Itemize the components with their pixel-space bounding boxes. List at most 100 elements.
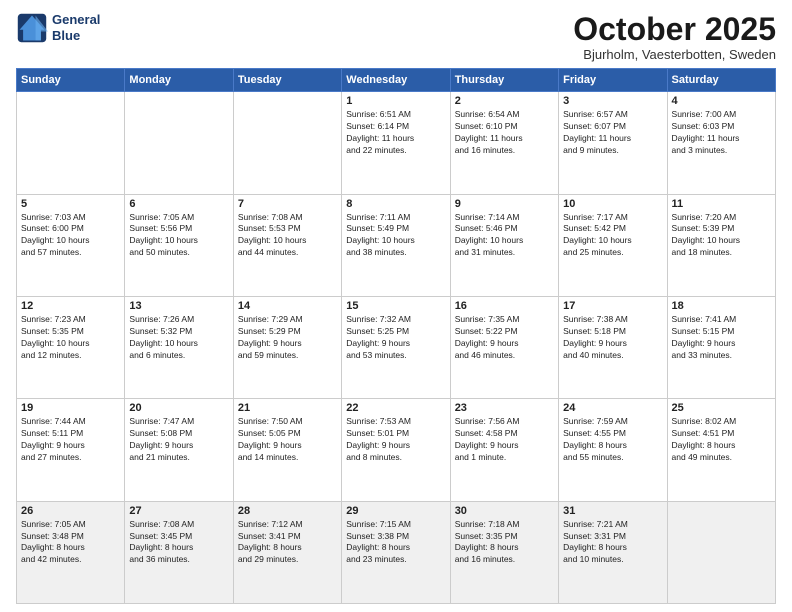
- day-info: Sunrise: 7:35 AM Sunset: 5:22 PM Dayligh…: [455, 314, 554, 362]
- day-number: 17: [563, 300, 662, 312]
- logo: General Blue: [16, 12, 100, 44]
- day-number: 30: [455, 505, 554, 517]
- day-number: 7: [238, 198, 337, 210]
- logo-icon: [16, 12, 48, 44]
- weekday-header-monday: Monday: [125, 69, 233, 92]
- calendar-cell: 16 Sunrise: 7:35 AM Sunset: 5:22 PM Dayli…: [450, 296, 558, 398]
- calendar-cell: 7 Sunrise: 7:08 AM Sunset: 5:53 PM Daylig…: [233, 194, 341, 296]
- calendar-cell: 18 Sunrise: 7:41 AM Sunset: 5:15 PM Dayli…: [667, 296, 775, 398]
- week-row-1: 1 Sunrise: 6:51 AM Sunset: 6:14 PM Daylig…: [17, 92, 776, 194]
- day-number: 24: [563, 402, 662, 414]
- day-number: 6: [129, 198, 228, 210]
- calendar-cell: 28 Sunrise: 7:12 AM Sunset: 3:41 PM Dayli…: [233, 501, 341, 603]
- calendar-cell: 17Sunrise: 7:38 AM Sunset: 5:18 PM Dayli…: [559, 296, 667, 398]
- calendar-cell: 11Sunrise: 7:20 AM Sunset: 5:39 PM Dayli…: [667, 194, 775, 296]
- day-number: 8: [346, 198, 445, 210]
- calendar-cell: 10Sunrise: 7:17 AM Sunset: 5:42 PM Dayli…: [559, 194, 667, 296]
- calendar-body: 1 Sunrise: 6:51 AM Sunset: 6:14 PM Daylig…: [17, 92, 776, 604]
- calendar-cell: 12 Sunrise: 7:23 AM Sunset: 5:35 PM Dayli…: [17, 296, 125, 398]
- calendar-cell: 9Sunrise: 7:14 AM Sunset: 5:46 PM Daylig…: [450, 194, 558, 296]
- day-number: 20: [129, 402, 228, 414]
- day-info: Sunrise: 7:05 AM Sunset: 5:56 PM Dayligh…: [129, 212, 228, 260]
- day-number: 19: [21, 402, 120, 414]
- day-number: 5: [21, 198, 120, 210]
- day-number: 18: [672, 300, 771, 312]
- calendar-cell: 6 Sunrise: 7:05 AM Sunset: 5:56 PM Daylig…: [125, 194, 233, 296]
- calendar-cell: 1 Sunrise: 6:51 AM Sunset: 6:14 PM Daylig…: [342, 92, 450, 194]
- day-info: Sunrise: 7:50 AM Sunset: 5:05 PM Dayligh…: [238, 416, 337, 464]
- calendar-cell: 13 Sunrise: 7:26 AM Sunset: 5:32 PM Dayli…: [125, 296, 233, 398]
- day-info: Sunrise: 7:05 AM Sunset: 3:48 PM Dayligh…: [21, 519, 120, 567]
- day-number: 3: [563, 95, 662, 107]
- day-info: Sunrise: 7:41 AM Sunset: 5:15 PM Dayligh…: [672, 314, 771, 362]
- day-number: 31: [563, 505, 662, 517]
- day-info: Sunrise: 7:23 AM Sunset: 5:35 PM Dayligh…: [21, 314, 120, 362]
- day-number: 1: [346, 95, 445, 107]
- day-info: Sunrise: 7:29 AM Sunset: 5:29 PM Dayligh…: [238, 314, 337, 362]
- page: General Blue October 2025 Bjurholm, Vaes…: [0, 0, 792, 612]
- day-number: 28: [238, 505, 337, 517]
- day-info: Sunrise: 7:53 AM Sunset: 5:01 PM Dayligh…: [346, 416, 445, 464]
- day-info: Sunrise: 7:18 AM Sunset: 3:35 PM Dayligh…: [455, 519, 554, 567]
- day-number: 25: [672, 402, 771, 414]
- header: General Blue October 2025 Bjurholm, Vaes…: [16, 12, 776, 62]
- day-number: 15: [346, 300, 445, 312]
- day-info: Sunrise: 7:26 AM Sunset: 5:32 PM Dayligh…: [129, 314, 228, 362]
- calendar-cell: 23Sunrise: 7:56 AM Sunset: 4:58 PM Dayli…: [450, 399, 558, 501]
- day-info: Sunrise: 7:20 AM Sunset: 5:39 PM Dayligh…: [672, 212, 771, 260]
- calendar-cell: 24 Sunrise: 7:59 AM Sunset: 4:55 PM Dayli…: [559, 399, 667, 501]
- calendar-cell: 25 Sunrise: 8:02 AM Sunset: 4:51 PM Dayli…: [667, 399, 775, 501]
- day-info: Sunrise: 7:59 AM Sunset: 4:55 PM Dayligh…: [563, 416, 662, 464]
- calendar-cell: 29 Sunrise: 7:15 AM Sunset: 3:38 PM Dayli…: [342, 501, 450, 603]
- calendar-cell: 22Sunrise: 7:53 AM Sunset: 5:01 PM Dayli…: [342, 399, 450, 501]
- weekday-header-friday: Friday: [559, 69, 667, 92]
- day-info: Sunrise: 6:54 AM Sunset: 6:10 PM Dayligh…: [455, 109, 554, 157]
- day-number: 12: [21, 300, 120, 312]
- day-number: 29: [346, 505, 445, 517]
- day-info: Sunrise: 7:15 AM Sunset: 3:38 PM Dayligh…: [346, 519, 445, 567]
- weekday-header-tuesday: Tuesday: [233, 69, 341, 92]
- calendar-cell: 27 Sunrise: 7:08 AM Sunset: 3:45 PM Dayli…: [125, 501, 233, 603]
- calendar-cell: 14Sunrise: 7:29 AM Sunset: 5:29 PM Dayli…: [233, 296, 341, 398]
- weekday-header-wednesday: Wednesday: [342, 69, 450, 92]
- day-info: Sunrise: 6:51 AM Sunset: 6:14 PM Dayligh…: [346, 109, 445, 157]
- day-number: 26: [21, 505, 120, 517]
- day-info: Sunrise: 7:08 AM Sunset: 3:45 PM Dayligh…: [129, 519, 228, 567]
- calendar-cell: 20 Sunrise: 7:47 AM Sunset: 5:08 PM Dayli…: [125, 399, 233, 501]
- calendar-cell: 4Sunrise: 7:00 AM Sunset: 6:03 PM Daylig…: [667, 92, 775, 194]
- day-info: Sunrise: 7:12 AM Sunset: 3:41 PM Dayligh…: [238, 519, 337, 567]
- calendar-cell: 19Sunrise: 7:44 AM Sunset: 5:11 PM Dayli…: [17, 399, 125, 501]
- weekday-row: SundayMondayTuesdayWednesdayThursdayFrid…: [17, 69, 776, 92]
- day-info: Sunrise: 7:03 AM Sunset: 6:00 PM Dayligh…: [21, 212, 120, 260]
- day-number: 21: [238, 402, 337, 414]
- day-info: Sunrise: 7:47 AM Sunset: 5:08 PM Dayligh…: [129, 416, 228, 464]
- day-number: 2: [455, 95, 554, 107]
- calendar-cell: 8 Sunrise: 7:11 AM Sunset: 5:49 PM Daylig…: [342, 194, 450, 296]
- day-info: Sunrise: 8:02 AM Sunset: 4:51 PM Dayligh…: [672, 416, 771, 464]
- calendar-cell: [125, 92, 233, 194]
- week-row-2: 5 Sunrise: 7:03 AM Sunset: 6:00 PM Daylig…: [17, 194, 776, 296]
- day-info: Sunrise: 6:57 AM Sunset: 6:07 PM Dayligh…: [563, 109, 662, 157]
- day-number: 10: [563, 198, 662, 210]
- calendar-cell: [667, 501, 775, 603]
- day-number: 23: [455, 402, 554, 414]
- calendar-table: SundayMondayTuesdayWednesdayThursdayFrid…: [16, 68, 776, 604]
- day-info: Sunrise: 7:11 AM Sunset: 5:49 PM Dayligh…: [346, 212, 445, 260]
- day-info: Sunrise: 7:14 AM Sunset: 5:46 PM Dayligh…: [455, 212, 554, 260]
- calendar-cell: 21 Sunrise: 7:50 AM Sunset: 5:05 PM Dayli…: [233, 399, 341, 501]
- calendar-cell: 31 Sunrise: 7:21 AM Sunset: 3:31 PM Dayli…: [559, 501, 667, 603]
- calendar-cell: 30 Sunrise: 7:18 AM Sunset: 3:35 PM Dayli…: [450, 501, 558, 603]
- weekday-header-sunday: Sunday: [17, 69, 125, 92]
- day-number: 27: [129, 505, 228, 517]
- calendar-cell: 5 Sunrise: 7:03 AM Sunset: 6:00 PM Daylig…: [17, 194, 125, 296]
- calendar-cell: 3 Sunrise: 6:57 AM Sunset: 6:07 PM Daylig…: [559, 92, 667, 194]
- day-info: Sunrise: 7:21 AM Sunset: 3:31 PM Dayligh…: [563, 519, 662, 567]
- day-info: Sunrise: 7:08 AM Sunset: 5:53 PM Dayligh…: [238, 212, 337, 260]
- title-block: October 2025 Bjurholm, Vaesterbotten, Sw…: [573, 12, 776, 62]
- calendar-cell: 26 Sunrise: 7:05 AM Sunset: 3:48 PM Dayli…: [17, 501, 125, 603]
- day-info: Sunrise: 7:32 AM Sunset: 5:25 PM Dayligh…: [346, 314, 445, 362]
- day-number: 4: [672, 95, 771, 107]
- day-number: 16: [455, 300, 554, 312]
- day-number: 13: [129, 300, 228, 312]
- calendar-cell: [17, 92, 125, 194]
